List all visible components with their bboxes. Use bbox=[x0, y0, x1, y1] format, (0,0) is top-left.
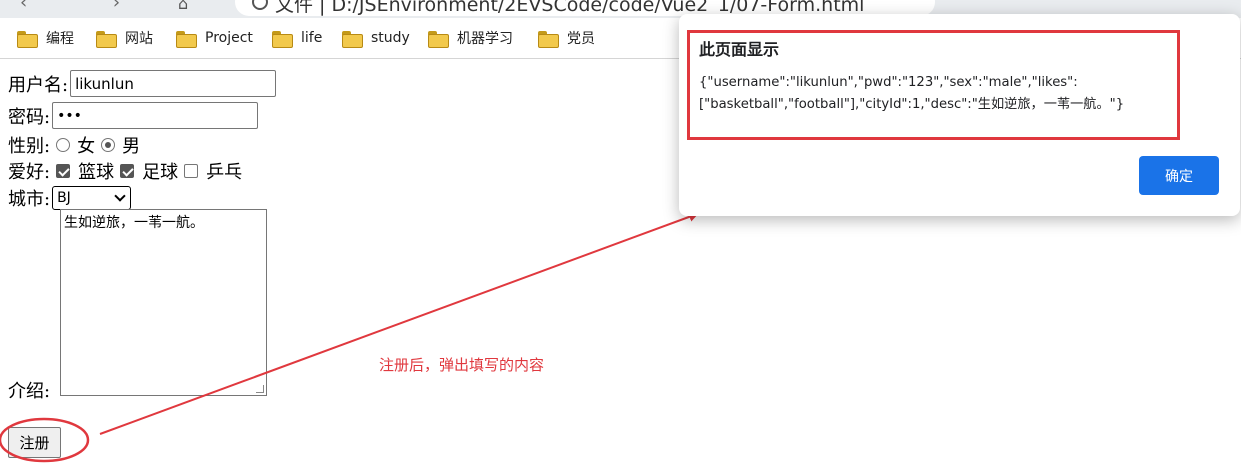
bookmark-label: life bbox=[301, 30, 323, 46]
desc-label: 介绍: bbox=[8, 381, 51, 402]
username-label: 用户名: bbox=[8, 74, 69, 96]
sex-female-label: 女 bbox=[77, 136, 96, 157]
bookmark-item[interactable]: life bbox=[272, 27, 322, 49]
folder-icon bbox=[272, 30, 293, 48]
likes-label: 爱好: bbox=[8, 162, 51, 183]
register-button[interactable]: 注册 bbox=[8, 427, 61, 458]
bookmark-item[interactable]: 编程 bbox=[17, 27, 74, 49]
bookmark-label: Project bbox=[205, 30, 253, 46]
bookmark-label: study bbox=[371, 30, 410, 46]
sex-row: 性别: 女 男 bbox=[8, 132, 140, 158]
city-label: 城市: bbox=[8, 189, 51, 210]
city-select[interactable]: BJ bbox=[52, 186, 132, 210]
bookmark-item[interactable]: 机器学习 bbox=[428, 27, 513, 49]
likes-football-checkbox[interactable] bbox=[120, 164, 135, 178]
sex-male-label: 男 bbox=[122, 136, 141, 157]
username-row: 用户名: likunlun bbox=[8, 70, 277, 97]
chevron-down-icon bbox=[114, 190, 126, 202]
city-row: 城市: BJ bbox=[8, 185, 132, 211]
dialog-message-line: {"username":"likunlun","pwd":"123","sex"… bbox=[699, 75, 1078, 90]
likes-row: 爱好: 篮球 足球 乒乓 bbox=[8, 158, 242, 184]
folder-icon bbox=[17, 30, 38, 48]
dialog-title: 此页面显示 bbox=[699, 40, 780, 59]
folder-icon bbox=[96, 30, 117, 48]
bookmark-item[interactable]: Project bbox=[176, 27, 253, 49]
likes-basketball-checkbox[interactable] bbox=[56, 164, 71, 178]
username-input[interactable]: likunlun bbox=[70, 70, 277, 97]
nav-arrows-icon[interactable]: ‹ › bbox=[20, 0, 160, 13]
sex-male-radio[interactable] bbox=[101, 138, 116, 152]
password-label: 密码: bbox=[8, 106, 51, 128]
resize-handle-icon[interactable] bbox=[256, 385, 264, 393]
sex-label: 性别: bbox=[8, 136, 51, 157]
bookmark-item[interactable]: 党员 bbox=[538, 27, 595, 49]
folder-icon bbox=[428, 30, 449, 48]
annotation-text: 注册后，弹出填写的内容 bbox=[379, 356, 545, 374]
folder-icon bbox=[538, 30, 559, 48]
bookmark-item[interactable]: 网站 bbox=[96, 27, 153, 49]
desc-text: 生如逆旅，一苇一航。 bbox=[64, 215, 204, 231]
home-icon[interactable]: ⌂ bbox=[178, 0, 188, 13]
password-input[interactable]: ••• bbox=[52, 102, 259, 129]
desc-row: 介绍: bbox=[8, 377, 50, 403]
bookmark-label: 网站 bbox=[125, 31, 153, 47]
bookmark-label: 编程 bbox=[46, 31, 74, 47]
ok-button[interactable]: 确定 bbox=[1139, 156, 1219, 195]
dialog-message-line: ["basketball","football"],"cityId":1,"de… bbox=[699, 97, 1125, 112]
bookmark-label: 党员 bbox=[567, 31, 595, 47]
alert-dialog: 此页面显示 {"username":"likunlun","pwd":"123"… bbox=[679, 14, 1240, 216]
password-row: 密码: ••• bbox=[8, 102, 259, 129]
likes-pingpong-label: 乒乓 bbox=[206, 162, 243, 183]
bookmark-item[interactable]: study bbox=[342, 27, 410, 49]
bookmark-label: 机器学习 bbox=[457, 31, 513, 47]
folder-icon bbox=[342, 30, 363, 48]
city-select-value: BJ bbox=[57, 190, 71, 206]
likes-basketball-label: 篮球 bbox=[78, 162, 115, 183]
likes-football-label: 足球 bbox=[142, 162, 179, 183]
likes-pingpong-checkbox[interactable] bbox=[184, 164, 199, 178]
dialog-message: {"username":"likunlun","pwd":"123","sex"… bbox=[699, 72, 1179, 116]
desc-textarea[interactable]: 生如逆旅，一苇一航。 bbox=[60, 209, 267, 396]
sex-female-radio[interactable] bbox=[56, 138, 71, 152]
folder-icon bbox=[176, 30, 197, 48]
